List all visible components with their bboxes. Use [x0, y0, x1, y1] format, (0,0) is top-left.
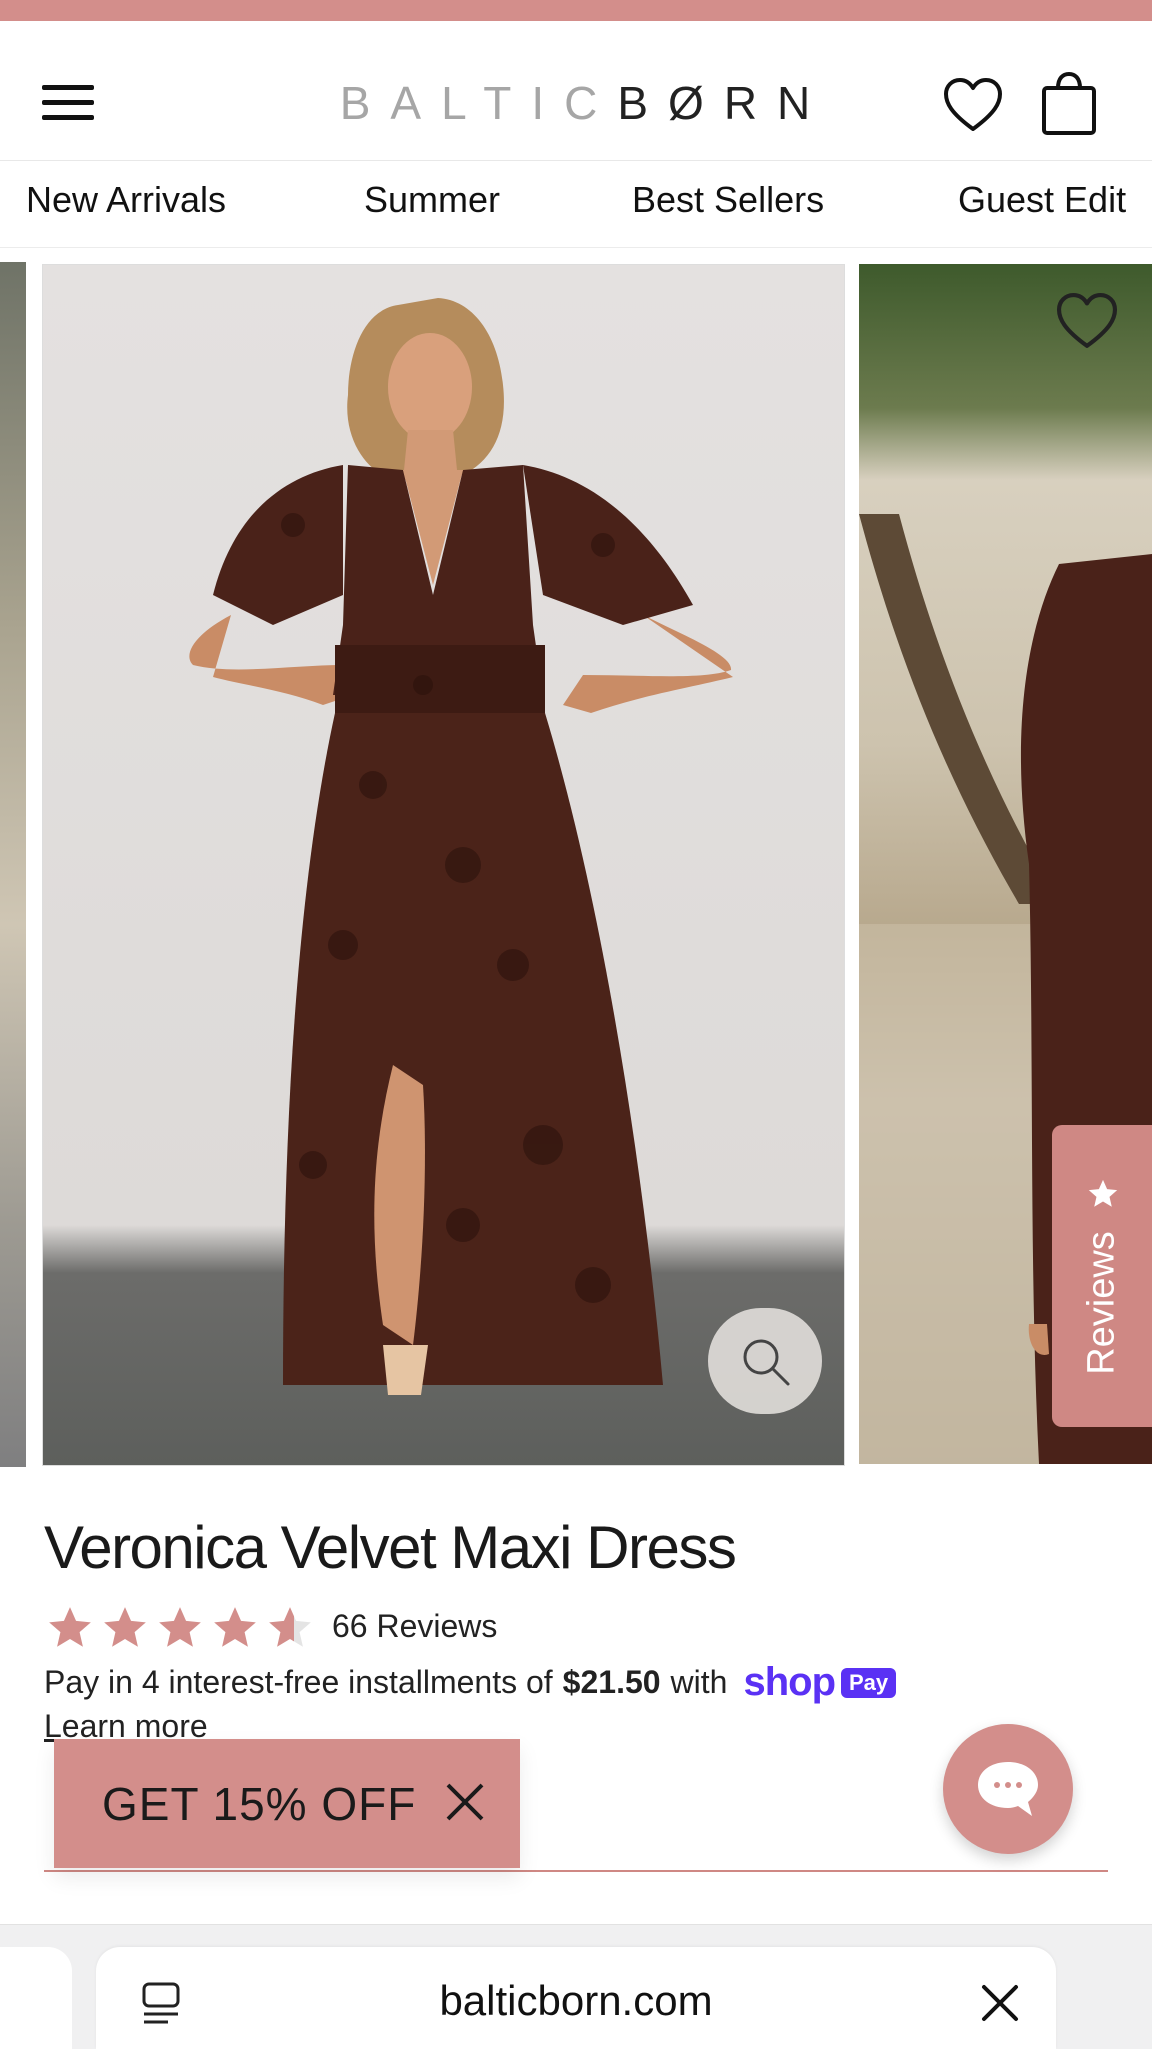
- shop-pay-logo: shop: [743, 1660, 836, 1704]
- reviews-side-tab[interactable]: Reviews: [1052, 1125, 1152, 1427]
- nav-item-summer[interactable]: Summer: [364, 179, 500, 221]
- brand-logo[interactable]: BALTIC BØRN: [290, 73, 880, 133]
- star-icon: [104, 1607, 146, 1647]
- installments-message: Pay in 4 interest-free installments of $…: [44, 1660, 897, 1705]
- star-icon: [269, 1607, 311, 1647]
- close-icon[interactable]: [980, 1983, 1020, 2023]
- shop-pay-badge: Pay: [841, 1667, 897, 1698]
- discount-promo-banner[interactable]: GET 15% OFF: [54, 1739, 520, 1868]
- brand-logo-light: BALTIC: [339, 77, 618, 129]
- product-title: Veronica Velvet Maxi Dress: [44, 1514, 737, 1581]
- promo-label: GET 15% OFF: [102, 1778, 417, 1830]
- chat-button[interactable]: [943, 1724, 1073, 1854]
- star-icon: [214, 1607, 256, 1647]
- zoom-button[interactable]: [708, 1308, 822, 1414]
- heart-icon[interactable]: [943, 77, 1003, 133]
- star-icon: [1088, 1179, 1118, 1207]
- model-in-dress-image: [189, 298, 733, 1395]
- announcement-bar[interactable]: [0, 0, 1152, 21]
- nav-item-new-arrivals[interactable]: New Arrivals: [26, 179, 226, 221]
- product-gallery[interactable]: [0, 262, 1152, 1467]
- shopping-bag-icon[interactable]: [1041, 72, 1097, 136]
- installment-amount: $21.50: [562, 1664, 661, 1700]
- chat-icon: [978, 1762, 1038, 1816]
- star-icon: [49, 1607, 91, 1647]
- nav-item-guest-edit[interactable]: Guest Edit: [958, 179, 1126, 221]
- gallery-previous-image[interactable]: [0, 262, 26, 1467]
- browser-toolbar: balticborn.com: [0, 1924, 1152, 2049]
- reviews-tab-label: Reviews: [1080, 1231, 1123, 1375]
- star-icon: [159, 1607, 201, 1647]
- search-icon: [743, 1339, 790, 1386]
- heart-icon[interactable]: [1055, 292, 1119, 350]
- product-image-main[interactable]: [42, 264, 845, 1466]
- installments-prefix: Pay in 4 interest-free installments of: [44, 1664, 553, 1700]
- menu-icon[interactable]: [42, 85, 94, 121]
- address-bar[interactable]: balticborn.com: [96, 1947, 1056, 2049]
- installments-with: with: [670, 1664, 728, 1700]
- browser-tab-previous[interactable]: [0, 1947, 72, 2049]
- review-count[interactable]: 66 Reviews: [332, 1608, 497, 1645]
- nav-item-best-sellers[interactable]: Best Sellers: [632, 179, 824, 221]
- brand-logo-dark: BØRN: [617, 77, 831, 129]
- section-divider: [44, 1870, 1108, 1872]
- url-text[interactable]: balticborn.com: [96, 1977, 1056, 2025]
- rating-stars[interactable]: [44, 1603, 316, 1653]
- site-header: BALTIC BØRN: [0, 21, 1152, 161]
- close-icon[interactable]: [444, 1781, 486, 1823]
- category-nav: New Arrivals Summer Best Sellers Guest E…: [0, 161, 1152, 248]
